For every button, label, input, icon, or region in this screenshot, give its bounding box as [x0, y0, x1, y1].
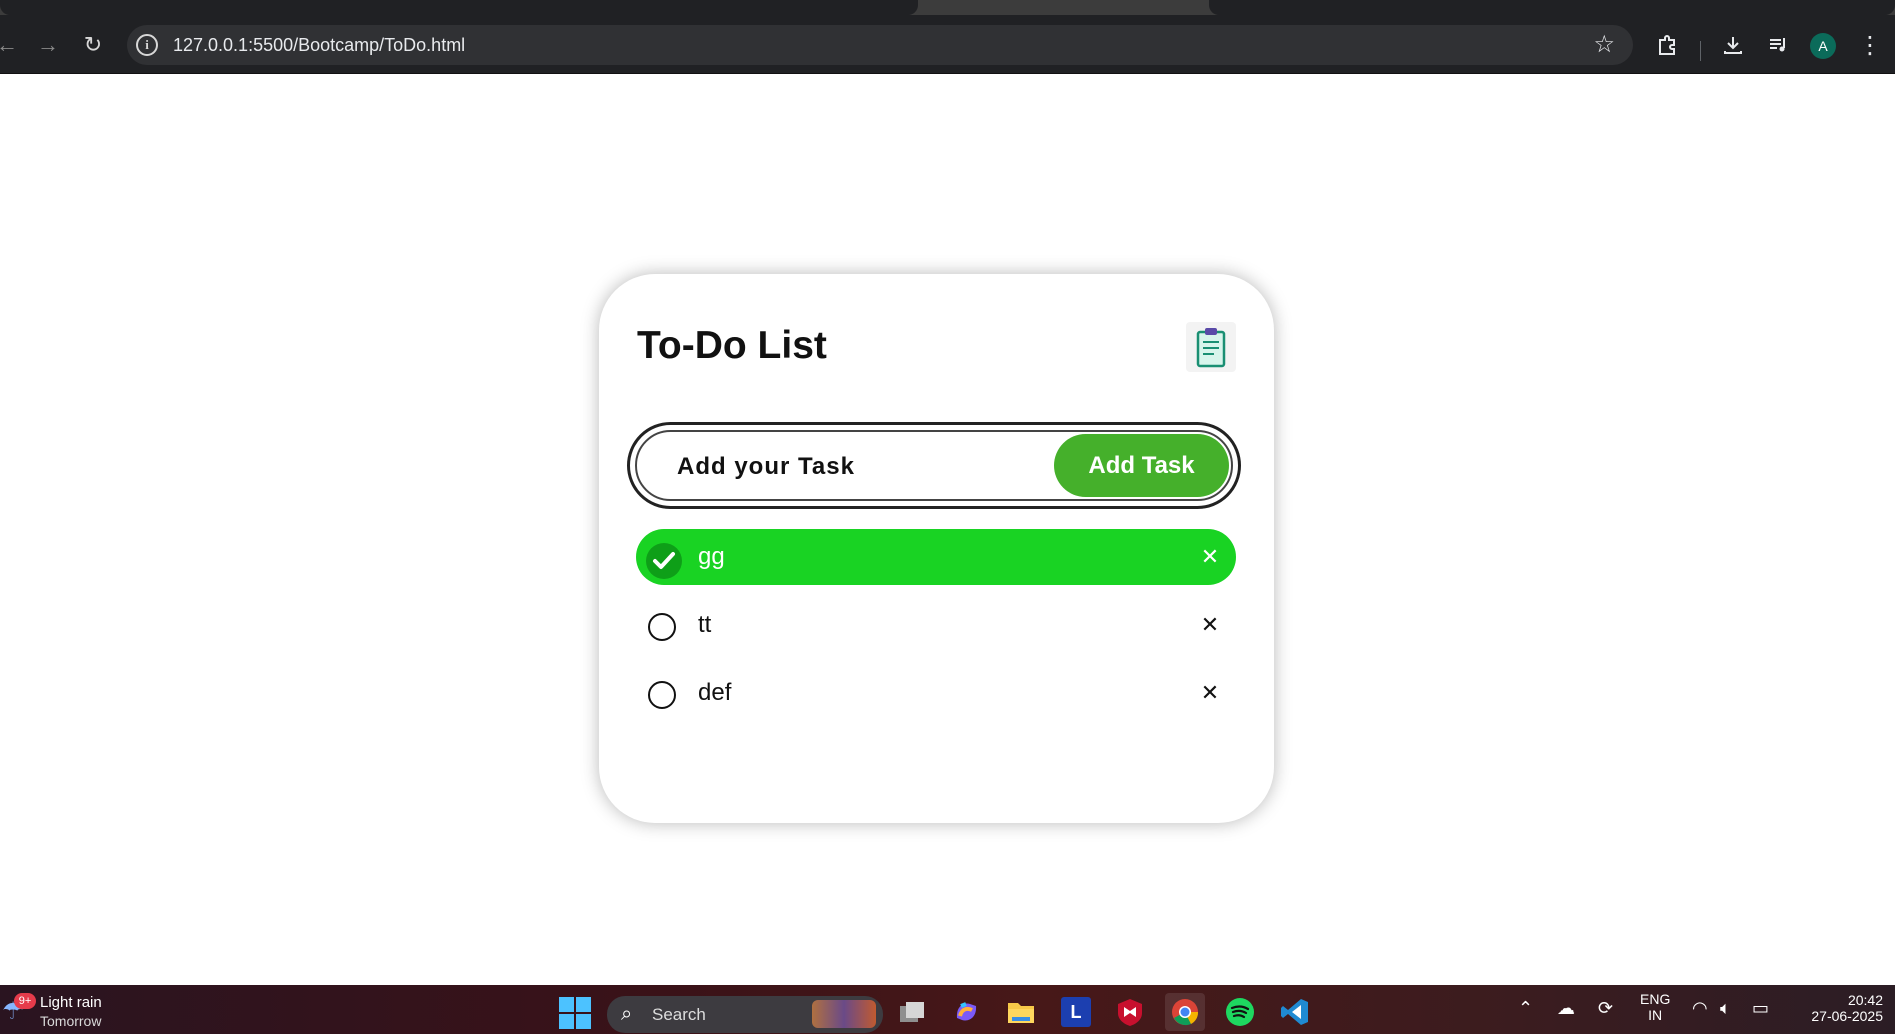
unchecked-circle-icon[interactable]: [648, 681, 676, 709]
browser-tab-active[interactable]: [0, 0, 918, 15]
clipboard-icon: [1186, 322, 1236, 372]
checked-circle-icon[interactable]: [646, 543, 682, 579]
reload-icon[interactable]: ↻: [78, 30, 108, 60]
chevron-up-icon[interactable]: ⌃: [1518, 998, 1533, 1019]
onedrive-icon[interactable]: ☁: [1557, 998, 1575, 1019]
tab-strip: [0, 0, 1895, 15]
url-text[interactable]: 127.0.0.1:5500/Bootcamp/ToDo.html: [173, 35, 465, 56]
mcafee-icon[interactable]: [1110, 993, 1150, 1031]
vscode-icon[interactable]: [1275, 993, 1315, 1031]
spotify-icon[interactable]: [1220, 993, 1260, 1031]
taskbar: ☂ 9+ Light rain Tomorrow ⌕ Search L ⌃ ☁ …: [0, 985, 1895, 1034]
clock-time: 20:42: [1847, 992, 1883, 1008]
wifi-icon[interactable]: ◠: [1692, 998, 1708, 1019]
search-label: Search: [652, 1005, 706, 1024]
task-input-container: Add Task: [635, 430, 1233, 501]
search-highlight-image: [812, 1000, 876, 1028]
taskbar-search[interactable]: ⌕ Search: [607, 996, 883, 1033]
remove-task-icon[interactable]: ✕: [1196, 679, 1224, 707]
sync-icon[interactable]: ⟳: [1598, 998, 1613, 1019]
download-icon[interactable]: [1718, 30, 1748, 60]
task-input-row: Add Task: [627, 422, 1241, 509]
clock[interactable]: 20:42 27-06-2025: [1793, 992, 1883, 1024]
weather-condition: Light rain: [40, 994, 102, 1011]
page-title: To-Do List: [637, 324, 827, 367]
region-code: IN: [1648, 1007, 1663, 1023]
menu-icon[interactable]: ⋮: [1855, 30, 1885, 60]
browser-tab[interactable]: [1209, 0, 1895, 15]
back-icon[interactable]: ←: [0, 30, 22, 60]
windows-start-icon[interactable]: [559, 997, 591, 1029]
remove-task-icon[interactable]: ✕: [1196, 611, 1224, 639]
task-text[interactable]: def: [698, 679, 731, 707]
clock-date: 27-06-2025: [1811, 1008, 1883, 1024]
forward-icon[interactable]: →: [33, 30, 63, 60]
media-icon[interactable]: [1763, 30, 1793, 60]
search-icon: ⌕: [621, 1003, 633, 1025]
address-bar[interactable]: i 127.0.0.1:5500/Bootcamp/ToDo.html ☆: [127, 25, 1633, 65]
battery-icon[interactable]: ▭: [1752, 998, 1769, 1019]
task-item[interactable]: gg ✕: [636, 529, 1236, 585]
profile-avatar[interactable]: A: [1810, 33, 1836, 59]
task-item[interactable]: tt ✕: [636, 597, 1236, 653]
todo-card: To-Do List Add Task gg ✕ tt ✕ def ✕: [599, 274, 1274, 823]
weather-day: Tomorrow: [40, 1013, 102, 1029]
browser-toolbar: ← → ↻ i 127.0.0.1:5500/Bootcamp/ToDo.htm…: [0, 15, 1895, 74]
notification-badge: 9+: [14, 993, 36, 1009]
task-item[interactable]: def ✕: [636, 665, 1236, 721]
task-text[interactable]: gg: [698, 543, 725, 571]
volume-icon[interactable]: 🔈︎: [1720, 998, 1731, 1019]
language-indicator[interactable]: ENG IN: [1640, 991, 1670, 1023]
toolbar-divider: [1700, 41, 1701, 61]
copilot-icon[interactable]: [946, 993, 986, 1031]
task-view-icon[interactable]: [892, 993, 932, 1031]
bookmark-star-icon[interactable]: ☆: [1593, 30, 1615, 59]
chrome-icon[interactable]: [1165, 993, 1205, 1031]
l-app-icon[interactable]: L: [1056, 993, 1096, 1031]
task-text[interactable]: tt: [698, 611, 711, 639]
unchecked-circle-icon[interactable]: [648, 613, 676, 641]
language-code: ENG: [1640, 991, 1671, 1007]
task-list: gg ✕ tt ✕ def ✕: [636, 529, 1236, 733]
task-input[interactable]: [677, 450, 1027, 484]
remove-task-icon[interactable]: ✕: [1196, 543, 1224, 571]
file-explorer-icon[interactable]: [1001, 993, 1041, 1031]
add-task-button[interactable]: Add Task: [1054, 434, 1229, 497]
extensions-icon[interactable]: [1652, 30, 1682, 60]
info-icon[interactable]: i: [136, 34, 158, 56]
